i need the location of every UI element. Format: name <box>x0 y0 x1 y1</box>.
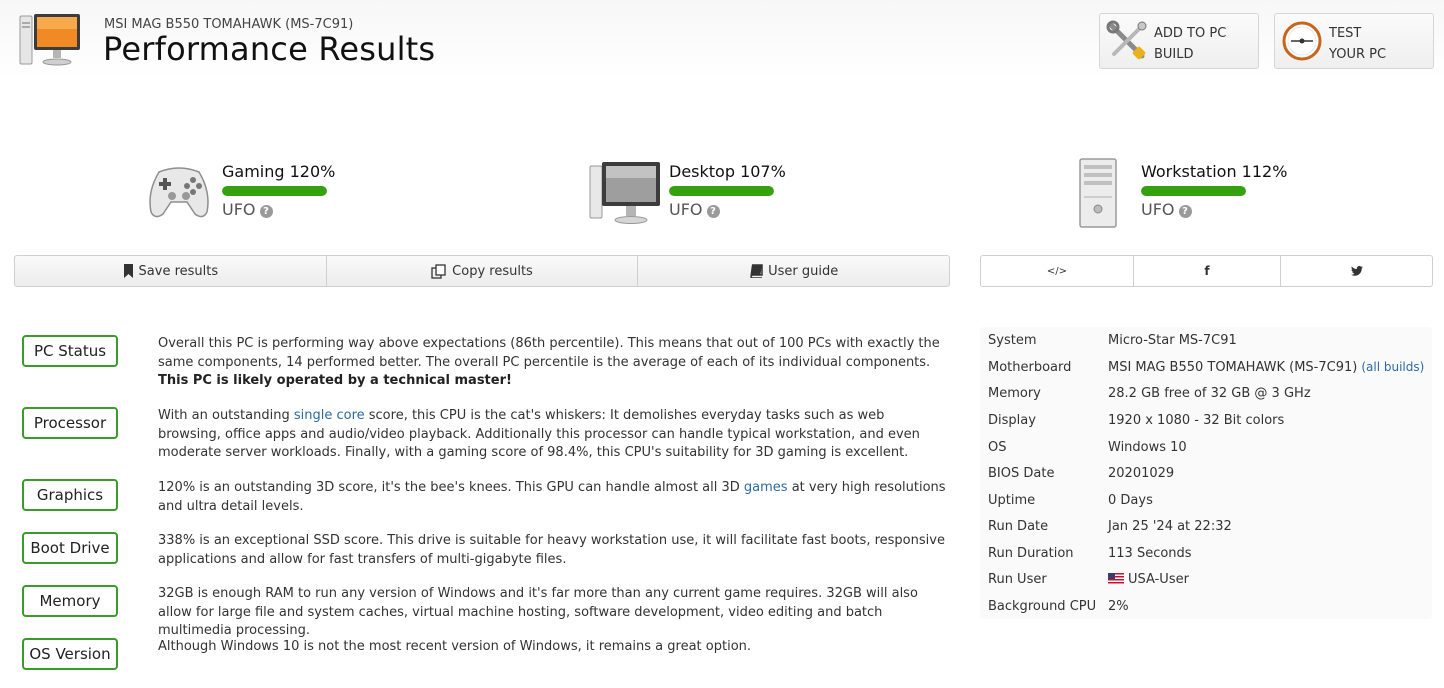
embed-code-button[interactable]: </> <box>981 256 1134 286</box>
facebook-share-button[interactable]: f <box>1134 256 1281 286</box>
graphics-badge[interactable]: Graphics <box>22 479 118 511</box>
page-header: MSI MAG B550 TOMAHAWK (MS-7C91) Performa… <box>0 0 1444 80</box>
gauge-icon <box>1282 21 1322 61</box>
workstation-rating-text: UFO <box>1141 200 1175 219</box>
memory-badge[interactable]: Memory <box>22 585 118 617</box>
memory-description: 32GB is enough RAM to run any version of… <box>158 586 918 638</box>
user-guide-label: User guide <box>768 263 839 279</box>
desktop-rating-text: UFO <box>669 200 703 219</box>
workstation-score-bar <box>1141 186 1246 196</box>
workstation-rating: UFO? <box>1141 200 1192 219</box>
gaming-score-bar <box>222 186 327 196</box>
pc-status-verdict: This PC is likely operated by a technica… <box>158 373 512 388</box>
page-title: Performance Results <box>103 30 436 68</box>
desktop-score-bar <box>669 186 774 196</box>
add-to-pc-label-line2: BUILD <box>1154 47 1194 62</box>
test-your-pc-label-line2: YOUR PC <box>1329 47 1387 62</box>
gaming-score-label: Gaming 120% <box>222 162 336 181</box>
boot-drive-description: 338% is an exceptional SSD score. This d… <box>158 533 945 567</box>
share-bar: </> f <box>980 255 1433 287</box>
pc-status-badge[interactable]: PC Status <box>22 335 118 367</box>
test-your-pc-button[interactable]: TEST YOUR PC <box>1274 13 1434 69</box>
embed-code-icon: </> <box>1046 265 1068 277</box>
workstation-score-label: Workstation 112% <box>1141 162 1288 181</box>
gamepad-icon <box>149 167 209 218</box>
add-to-pc-build-button[interactable]: ADD TO PC BUILD <box>1099 13 1259 69</box>
twitter-share-button[interactable] <box>1281 256 1432 286</box>
single-core-link[interactable]: single core <box>294 408 365 423</box>
twitter-icon <box>1350 266 1363 276</box>
workstation-icon <box>1079 158 1117 228</box>
gaming-score-bar-fill <box>222 186 327 196</box>
copy-results-label: Copy results <box>452 263 533 279</box>
desktop-score-bar-fill <box>669 186 774 196</box>
desktop-rating: UFO? <box>669 200 720 219</box>
facebook-icon: f <box>1204 264 1210 278</box>
add-to-pc-label-line1: ADD TO PC <box>1154 26 1227 41</box>
copy-results-button[interactable]: Copy results <box>327 256 639 286</box>
gaming-rating-text: UFO <box>222 200 256 219</box>
save-results-label: Save results <box>138 263 219 279</box>
os-version-description: Although Windows 10 is not the most rece… <box>158 639 752 654</box>
bookmark-icon <box>123 264 133 278</box>
processor-description: With an outstanding single core score, t… <box>158 408 920 460</box>
desktop-icon <box>589 162 660 224</box>
processor-badge[interactable]: Processor <box>22 407 118 439</box>
system-info-table: System Micro-Star MS-7C91 Motherboard MSI … <box>980 327 1432 619</box>
help-icon[interactable]: ? <box>259 205 273 218</box>
graphics-description: 120% is an outstanding 3D score, it's th… <box>158 480 946 514</box>
help-icon[interactable]: ? <box>706 205 720 218</box>
gaming-rating: UFO? <box>222 200 273 219</box>
games-link[interactable]: games <box>744 480 788 495</box>
save-results-button[interactable]: Save results <box>15 256 327 286</box>
boot-drive-badge[interactable]: Boot Drive <box>22 532 118 564</box>
us-flag-icon <box>1108 573 1124 584</box>
test-your-pc-label-line1: TEST <box>1329 26 1362 41</box>
book-icon <box>750 264 763 278</box>
os-version-badge[interactable]: OS Version <box>22 638 118 670</box>
desktop-score-label: Desktop 107% <box>669 162 786 181</box>
copy-icon <box>431 263 446 279</box>
pc-status-description: Overall this PC is performing way above … <box>158 336 940 388</box>
help-icon[interactable]: ? <box>1178 205 1192 218</box>
results-actions-bar: Save results Copy results User guide <box>14 255 950 287</box>
user-guide-button[interactable]: User guide <box>638 256 949 286</box>
workstation-score-bar-fill <box>1141 186 1246 196</box>
all-builds-link[interactable]: (all builds) <box>1361 360 1424 374</box>
tools-icon <box>1106 20 1147 60</box>
desktop-pc-logo-icon <box>19 14 80 66</box>
